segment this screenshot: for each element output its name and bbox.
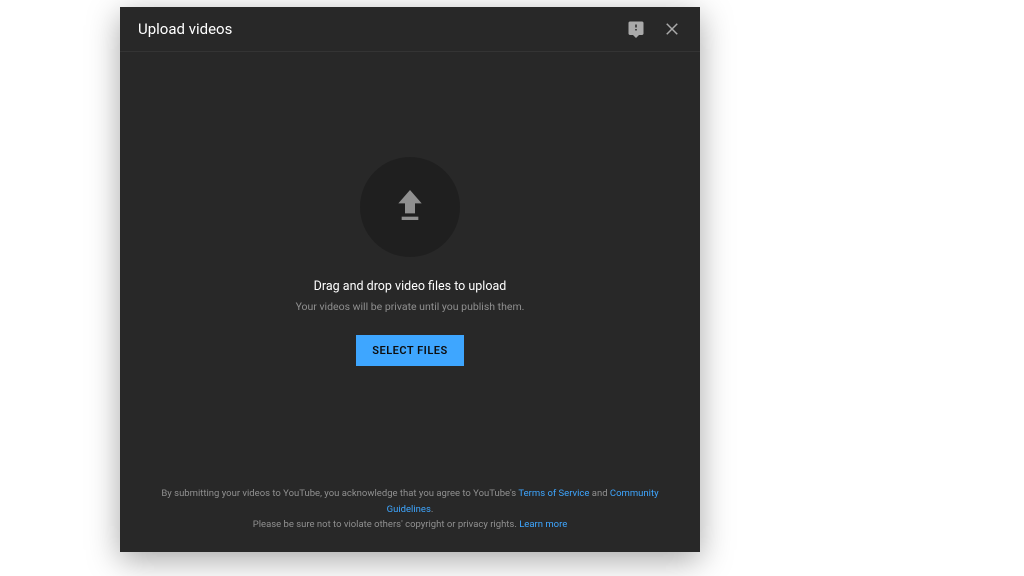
footer-text: Please be sure not to violate others' co… xyxy=(253,519,519,530)
footer-line-1: By submitting your videos to YouTube, yo… xyxy=(144,486,676,516)
footer-line-2: Please be sure not to violate others' co… xyxy=(144,517,676,532)
dialog-title: Upload videos xyxy=(138,20,232,38)
footer-text: . xyxy=(431,504,434,515)
footer-text: and xyxy=(589,488,609,499)
upload-dropzone[interactable] xyxy=(360,157,460,257)
feedback-icon[interactable] xyxy=(626,19,646,39)
dialog-footer: By submitting your videos to YouTube, yo… xyxy=(120,470,700,552)
footer-text: By submitting your videos to YouTube, yo… xyxy=(161,488,518,499)
upload-videos-dialog: Upload videos Drag xyxy=(120,7,700,552)
header-actions xyxy=(626,19,682,39)
select-files-button[interactable]: SELECT FILES xyxy=(356,335,463,366)
learn-more-link[interactable]: Learn more xyxy=(519,519,567,530)
upload-arrow-icon xyxy=(390,185,430,229)
close-icon[interactable] xyxy=(662,19,682,39)
terms-of-service-link[interactable]: Terms of Service xyxy=(518,488,589,499)
dialog-body: Drag and drop video files to upload Your… xyxy=(120,52,700,470)
dialog-header: Upload videos xyxy=(120,7,700,52)
upload-secondary-text: Your videos will be private until you pu… xyxy=(296,300,525,313)
upload-primary-text: Drag and drop video files to upload xyxy=(314,279,507,294)
